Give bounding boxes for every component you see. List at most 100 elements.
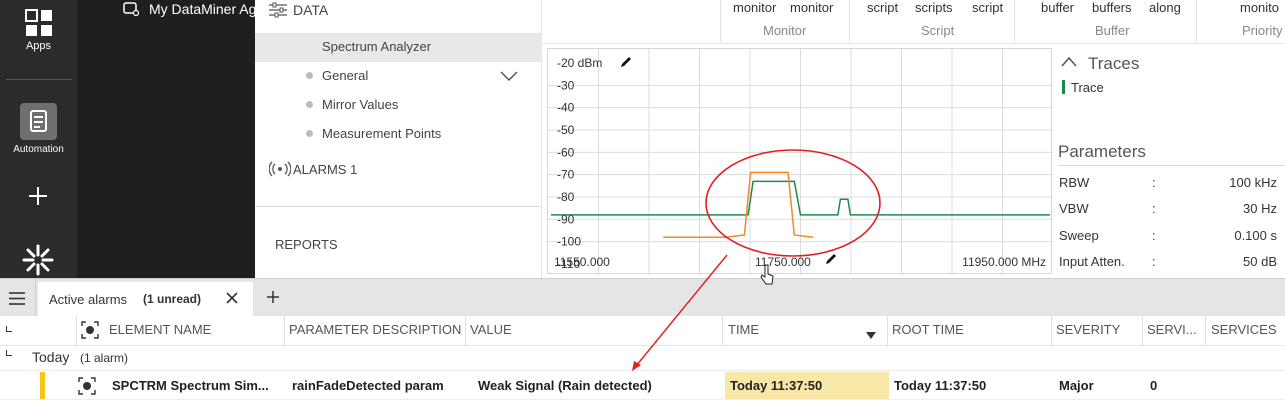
header-item[interactable]: script — [972, 0, 1003, 15]
hamburger-menu-icon[interactable] — [9, 292, 25, 305]
header-item[interactable]: monitor — [733, 0, 776, 15]
spectrum-chart[interactable]: -20 dBm -30 -40 -50 -60 -70 -80 -90 -100 -110 115… — [547, 48, 1053, 275]
header-groups: monitor monitor Monitor script scripts s… — [542, 0, 1285, 44]
tab-separator — [35, 279, 36, 317]
dataminer-logo-icon[interactable] — [21, 243, 55, 277]
apps-icon[interactable] — [25, 9, 53, 37]
parameter-separator: : — [1152, 228, 1156, 243]
nav-item-spectrum-analyzer[interactable]: Spectrum Analyzer — [255, 33, 542, 62]
y-tick-label: -60 — [557, 145, 575, 159]
alarms-tab-bar: Active alarms (1 unread) — [0, 278, 1285, 317]
header-item[interactable]: script — [867, 0, 898, 15]
parameter-separator: : — [1152, 201, 1156, 216]
parameters-divider — [1058, 165, 1285, 166]
header-item[interactable]: scripts — [915, 0, 953, 15]
header-item[interactable]: monito — [1240, 0, 1279, 15]
parameter-separator: : — [1152, 175, 1156, 190]
column-header-servi[interactable]: SERVI... — [1147, 322, 1197, 337]
header-group-label: Script — [921, 23, 955, 38]
column-header-element-name[interactable]: ELEMENT NAME — [109, 322, 211, 337]
tab-active-alarms[interactable]: Active alarms (1 unread) — [38, 282, 253, 317]
parameter-row: VBW: 30 Hz — [1058, 201, 1285, 219]
parameter-name: VBW — [1059, 201, 1089, 216]
bullet-icon — [306, 130, 313, 137]
collapse-corner-icon[interactable] — [6, 326, 12, 332]
section-divider — [257, 206, 540, 207]
column-header-parameter-description[interactable]: PARAMETER DESCRIPTION — [289, 322, 461, 337]
collapse-corner-icon[interactable] — [6, 350, 12, 356]
header-separator — [1196, 0, 1197, 42]
column-header-root-time[interactable]: ROOT TIME — [892, 322, 964, 337]
edit-pencil-icon[interactable] — [619, 55, 633, 69]
parameter-value: 100 kHz — [1229, 175, 1277, 190]
cell-element-name[interactable]: SPCTRM Spectrum Sim... — [112, 378, 269, 393]
x-tick-label: 11550.000 — [554, 255, 610, 269]
cell-time: Today 11:37:50 — [730, 378, 823, 393]
parameter-value: 0.100 s — [1234, 228, 1277, 243]
header-item[interactable]: monitor — [790, 0, 833, 15]
automation-label: Automation — [13, 144, 64, 155]
parameter-value: 30 Hz — [1243, 201, 1277, 216]
nav-item-label: Mirror Values — [322, 97, 399, 112]
add-tab-icon[interactable] — [266, 290, 280, 304]
automation-button[interactable] — [20, 103, 57, 140]
chevron-down-icon[interactable] — [500, 69, 518, 82]
reports-section-label[interactable]: REPORTS — [275, 237, 338, 252]
column-header-services[interactable]: SERVICES — [1211, 322, 1277, 337]
cell-severity: Major — [1059, 378, 1094, 393]
data-sliders-icon — [269, 2, 287, 18]
column-header-value[interactable]: VALUE — [470, 322, 512, 337]
header-item[interactable]: buffer — [1041, 0, 1074, 15]
column-header-time[interactable]: TIME — [728, 322, 759, 337]
column-header-severity[interactable]: SEVERITY — [1056, 322, 1120, 337]
header-item[interactable]: buffers — [1092, 0, 1132, 15]
parameter-row: Sweep: 0.100 s — [1058, 228, 1285, 246]
window-title: My DataMiner Ag — [149, 1, 257, 17]
header-separator — [1014, 0, 1015, 42]
y-axis-top-label: -20 dBm — [557, 56, 602, 70]
y-tick-label: -40 — [557, 101, 575, 115]
title-strip: My DataMiner Ag — [77, 0, 257, 278]
left-nav-panel: DATA Spectrum Analyzer General Mirror Va… — [255, 0, 542, 278]
edit-pencil-icon[interactable] — [824, 252, 838, 266]
parameter-separator: : — [1152, 254, 1156, 269]
y-tick-label: -70 — [557, 168, 575, 182]
column-separator — [1205, 316, 1206, 346]
rail-divider — [6, 79, 72, 80]
column-separator — [1142, 316, 1143, 346]
nav-item-mirror-values[interactable]: Mirror Values — [255, 93, 542, 117]
group-count: (1 alarm) — [80, 351, 129, 365]
cell-servi: 0 — [1150, 378, 1158, 393]
alarms-section-label[interactable]: ALARMS 1 — [293, 162, 357, 177]
data-section-label[interactable]: DATA — [293, 2, 328, 18]
y-tick-label: -30 — [557, 78, 575, 92]
bullet-icon — [306, 72, 313, 79]
nav-item-measurement-points[interactable]: Measurement Points — [255, 122, 542, 146]
apps-label[interactable]: Apps — [0, 40, 77, 52]
parameter-row: RBW: 100 kHz — [1058, 175, 1285, 193]
nav-item-label: Measurement Points — [322, 126, 442, 141]
parameter-name: Input Atten. — [1059, 254, 1125, 269]
monitor-icon — [123, 2, 140, 17]
close-icon[interactable] — [225, 291, 239, 305]
y-tick-label: -80 — [557, 190, 575, 204]
chevron-up-icon[interactable] — [1061, 55, 1077, 67]
column-separator — [887, 316, 888, 346]
add-icon[interactable] — [27, 185, 49, 207]
trace-color-swatch — [1062, 80, 1065, 94]
mouse-cursor-icon — [760, 264, 774, 286]
nav-item-general[interactable]: General — [255, 64, 542, 88]
header-item[interactable]: along — [1149, 0, 1181, 15]
trace-label[interactable]: Trace — [1071, 80, 1104, 95]
sort-descending-icon[interactable] — [866, 326, 876, 339]
column-separator — [76, 316, 77, 346]
parameters-title: Parameters — [1058, 142, 1146, 161]
alarm-table-header: ELEMENT NAME PARAMETER DESCRIPTION VALUE… — [0, 316, 1285, 346]
alarm-signal-icon — [268, 161, 292, 177]
tab-label: Active alarms — [49, 292, 128, 307]
column-separator — [284, 316, 285, 346]
focus-target-icon — [78, 377, 96, 395]
alarm-group-row[interactable]: Today (1 alarm) — [0, 346, 1285, 368]
alarm-row[interactable]: SPCTRM Spectrum Sim... rainFadeDetected … — [0, 370, 1285, 400]
parameter-name: RBW — [1059, 175, 1090, 190]
